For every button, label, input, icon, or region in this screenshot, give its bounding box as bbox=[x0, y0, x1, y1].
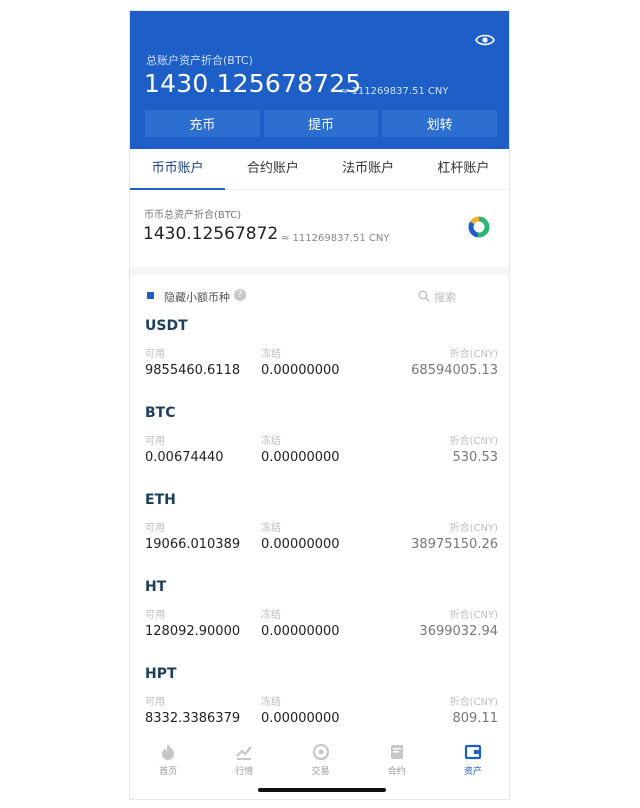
value-label: 折合(CNY) bbox=[449, 349, 498, 360]
account-tabs: 币币账户 合约账户 法币账户 杠杆账户 bbox=[130, 149, 509, 190]
frozen-label: 冻结 bbox=[261, 523, 281, 534]
spot-assets-label: 币币总资产折合(BTC) bbox=[144, 210, 242, 221]
coin-name: HT bbox=[145, 579, 167, 595]
available-value: 0.00674440 bbox=[145, 450, 224, 465]
frozen-value: 0.00000000 bbox=[261, 711, 340, 726]
list-item[interactable]: ETH 可用 冻结 折合(CNY) 19066.010389 0.0000000… bbox=[130, 492, 509, 578]
hide-small-checkbox[interactable] bbox=[147, 292, 154, 299]
cny-value: 3699032.94 bbox=[419, 624, 498, 639]
help-icon[interactable]: ? bbox=[234, 289, 246, 301]
available-value: 9855460.6118 bbox=[145, 363, 241, 378]
cny-value: 530.53 bbox=[452, 450, 499, 465]
header-actions: 充币 提币 划转 bbox=[145, 110, 498, 137]
trade-icon bbox=[312, 743, 329, 761]
value-label: 折合(CNY) bbox=[449, 436, 498, 447]
home-indicator bbox=[258, 788, 386, 792]
frozen-value: 0.00000000 bbox=[261, 450, 340, 465]
search-input[interactable]: 搜索 bbox=[434, 289, 456, 305]
frozen-label: 冻结 bbox=[261, 610, 281, 621]
nav-label: 资产 bbox=[463, 767, 482, 777]
coin-name: BTC bbox=[145, 405, 176, 421]
frozen-label: 冻结 bbox=[261, 697, 281, 708]
frozen-label: 冻结 bbox=[261, 349, 281, 360]
search-icon[interactable] bbox=[418, 290, 430, 302]
cny-value: 809.11 bbox=[452, 711, 499, 726]
spot-assets-cny: ≈ 111269837.51 CNY bbox=[281, 233, 390, 244]
tab-spot-account[interactable]: 币币账户 bbox=[130, 149, 226, 190]
withdraw-button[interactable]: 提币 bbox=[263, 110, 379, 137]
nav-assets[interactable]: 资产 bbox=[435, 734, 509, 782]
list-item[interactable]: BTC 可用 冻结 折合(CNY) 0.00674440 0.00000000 … bbox=[130, 405, 509, 491]
asset-header: 总账户资产折合(BTC) 1430.125678725 ≈ 111269837.… bbox=[130, 11, 509, 149]
value-label: 折合(CNY) bbox=[449, 610, 498, 621]
coin-name: ETH bbox=[145, 492, 176, 508]
frozen-label: 冻结 bbox=[261, 436, 281, 447]
nav-home[interactable]: 首页 bbox=[130, 734, 206, 782]
home-icon bbox=[162, 744, 175, 760]
total-assets-label: 总账户资产折合(BTC) bbox=[146, 54, 253, 67]
bottom-nav: 首页 行情 交易 合约 资产 bbox=[130, 734, 509, 782]
cny-value: 38975150.26 bbox=[411, 537, 498, 552]
spot-assets-btc: 1430.12567872 bbox=[143, 224, 279, 244]
deposit-button[interactable]: 充币 bbox=[145, 110, 260, 137]
contract-icon bbox=[390, 745, 403, 759]
eye-icon[interactable] bbox=[475, 33, 495, 47]
total-assets-btc: 1430.125678725 bbox=[144, 69, 362, 98]
coin-name: USDT bbox=[145, 318, 188, 334]
available-value: 8332.3386379 bbox=[145, 711, 241, 726]
available-value: 19066.010389 bbox=[145, 537, 241, 552]
transfer-button[interactable]: 划转 bbox=[382, 110, 498, 137]
frozen-value: 0.00000000 bbox=[261, 624, 340, 639]
available-label: 可用 bbox=[145, 349, 165, 360]
nav-label: 行情 bbox=[235, 767, 254, 777]
available-label: 可用 bbox=[145, 697, 165, 708]
value-label: 折合(CNY) bbox=[449, 523, 498, 534]
available-label: 可用 bbox=[145, 610, 165, 621]
section-divider bbox=[130, 267, 509, 275]
nav-label: 交易 bbox=[311, 767, 330, 777]
total-assets-cny: ≈ 111269837.51 CNY bbox=[340, 86, 449, 97]
list-item[interactable]: HPT 可用 冻结 折合(CNY) 8332.3386379 0.0000000… bbox=[130, 666, 509, 734]
pie-chart-icon[interactable] bbox=[468, 216, 490, 238]
tab-contract-account[interactable]: 合约账户 bbox=[225, 149, 320, 189]
nav-market[interactable]: 行情 bbox=[206, 734, 282, 782]
cny-value: 68594005.13 bbox=[411, 363, 498, 378]
nav-contract[interactable]: 合约 bbox=[359, 734, 435, 782]
list-item[interactable]: USDT 可用 冻结 折合(CNY) 9855460.6118 0.000000… bbox=[130, 318, 509, 404]
frozen-value: 0.00000000 bbox=[261, 537, 340, 552]
frozen-value: 0.00000000 bbox=[261, 363, 340, 378]
market-icon bbox=[236, 746, 253, 760]
nav-trade[interactable]: 交易 bbox=[282, 734, 358, 782]
available-label: 可用 bbox=[145, 523, 165, 534]
tab-margin-account[interactable]: 杠杆账户 bbox=[416, 149, 509, 189]
nav-label: 首页 bbox=[159, 767, 178, 777]
hide-small-label[interactable]: 隐藏小额币种 bbox=[164, 289, 230, 305]
list-item[interactable]: HT 可用 冻结 折合(CNY) 128092.90000 0.00000000… bbox=[130, 579, 509, 665]
app-screen: 总账户资产折合(BTC) 1430.125678725 ≈ 111269837.… bbox=[129, 10, 510, 800]
available-label: 可用 bbox=[145, 436, 165, 447]
tab-fiat-account[interactable]: 法币账户 bbox=[321, 149, 416, 189]
wallet-icon bbox=[464, 744, 482, 760]
value-label: 折合(CNY) bbox=[449, 697, 498, 708]
available-value: 128092.90000 bbox=[145, 624, 241, 639]
coin-name: HPT bbox=[145, 666, 177, 682]
nav-label: 合约 bbox=[387, 767, 406, 777]
